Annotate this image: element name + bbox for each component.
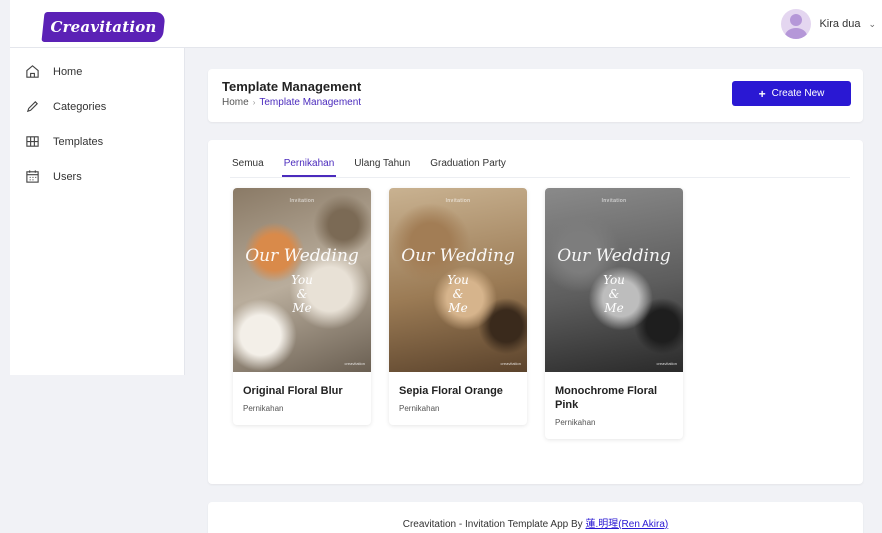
thumb-names: You & Me: [389, 273, 527, 315]
app-logo[interactable]: Creavitation: [41, 12, 166, 42]
thumb-names: You & Me: [233, 273, 371, 315]
breadcrumb-home[interactable]: Home: [222, 97, 249, 108]
thumb-brand: creavitation: [344, 361, 365, 366]
home-icon: [24, 64, 40, 80]
footer: Creavitation - Invitation Template App B…: [208, 502, 863, 533]
pencil-icon: [24, 99, 40, 115]
thumb-title: Our Wedding: [245, 246, 359, 266]
sidebar-item-templates[interactable]: Templates: [10, 124, 184, 159]
page-title: Template Management: [222, 79, 362, 94]
thumb-small-text: Invitation: [289, 198, 315, 204]
tab-semua[interactable]: Semua: [230, 156, 266, 177]
template-category: Pernikahan: [555, 418, 596, 427]
template-name[interactable]: Sepia Floral Orange: [399, 384, 517, 398]
thumb-ampersand: &: [296, 287, 308, 301]
thumb-line-1: You: [291, 273, 313, 287]
thumb-title: Our Wedding: [557, 246, 671, 266]
chevron-down-icon[interactable]: ⌄: [868, 19, 876, 30]
user-menu[interactable]: Kira dua ⌄: [781, 8, 876, 40]
tab-graduation-party[interactable]: Graduation Party: [428, 156, 508, 177]
thumb-brand: creavitation: [500, 361, 521, 366]
sidebar-item-label: Home: [53, 65, 83, 78]
create-new-button[interactable]: + Create New: [732, 81, 851, 106]
tab-ulang-tahun[interactable]: Ulang Tahun: [352, 156, 412, 177]
thumb-ampersand: &: [452, 287, 464, 301]
template-info: Monochrome Floral Pink Pernikahan: [545, 372, 683, 439]
template-name[interactable]: Original Floral Blur: [243, 384, 361, 398]
user-name[interactable]: Kira dua: [819, 18, 860, 30]
template-thumbnail[interactable]: Invitation Our Wedding You & Me creavita…: [233, 188, 371, 372]
chevron-right-icon: ›: [252, 98, 256, 107]
sidebar-item-categories[interactable]: Categories: [10, 89, 184, 124]
thumb-ampersand: &: [608, 287, 620, 301]
thumb-title: Our Wedding: [401, 246, 515, 266]
plus-icon: +: [758, 86, 766, 101]
thumb-small-text: Invitation: [601, 198, 627, 204]
breadcrumb-current: Template Management: [259, 97, 362, 108]
template-thumbnail[interactable]: Invitation Our Wedding You & Me creavita…: [389, 188, 527, 372]
thumb-small-text: Invitation: [445, 198, 471, 204]
footer-author-link[interactable]: 蓮.明瑆(Ren Akira): [585, 519, 668, 530]
sidebar: Home Categories Templates Users: [10, 48, 185, 375]
sidebar-item-home[interactable]: Home: [10, 54, 184, 89]
sidebar-item-label: Templates: [53, 135, 104, 148]
breadcrumb: Home › Template Management: [222, 97, 361, 108]
sidebar-item-label: Users: [53, 170, 82, 183]
template-category: Pernikahan: [243, 404, 284, 413]
tab-pernikahan[interactable]: Pernikahan: [281, 156, 337, 177]
template-card[interactable]: Invitation Our Wedding You & Me creavita…: [233, 188, 371, 425]
template-info: Sepia Floral Orange Pernikahan: [389, 372, 527, 425]
thumb-line-2: Me: [604, 301, 624, 315]
thumb-brand: creavitation: [656, 361, 677, 366]
sidebar-item-label: Categories: [53, 100, 107, 113]
thumb-names: You & Me: [545, 273, 683, 315]
thumb-line-1: You: [603, 273, 625, 287]
thumb-line-2: Me: [448, 301, 468, 315]
template-thumbnail[interactable]: Invitation Our Wedding You & Me creavita…: [545, 188, 683, 372]
template-info: Original Floral Blur Pernikahan: [233, 372, 371, 425]
template-category: Pernikahan: [399, 404, 440, 413]
avatar[interactable]: [781, 9, 812, 39]
thumb-line-2: Me: [292, 301, 312, 315]
thumb-line-1: You: [447, 273, 469, 287]
category-tabs: Semua Pernikahan Ulang Tahun Graduation …: [230, 156, 850, 178]
templates-panel: Semua Pernikahan Ulang Tahun Graduation …: [208, 140, 863, 484]
template-card[interactable]: Invitation Our Wedding You & Me creavita…: [545, 188, 683, 439]
logo-text: Creavitation: [50, 18, 157, 36]
footer-credit: Creavitation - Invitation Template App B…: [402, 519, 586, 530]
grid-icon: [24, 134, 40, 150]
create-new-label: Create New: [771, 88, 825, 99]
template-card[interactable]: Invitation Our Wedding You & Me creavita…: [389, 188, 527, 425]
sidebar-item-users[interactable]: Users: [10, 159, 184, 194]
footer-text: Creavitation - Invitation Template App B…: [208, 515, 863, 530]
page-header: Template Management Home › Template Mana…: [208, 69, 863, 122]
top-bar: Creavitation Kira dua ⌄: [10, 0, 882, 48]
calendar-icon: [24, 169, 40, 185]
template-name[interactable]: Monochrome Floral Pink: [555, 384, 673, 412]
